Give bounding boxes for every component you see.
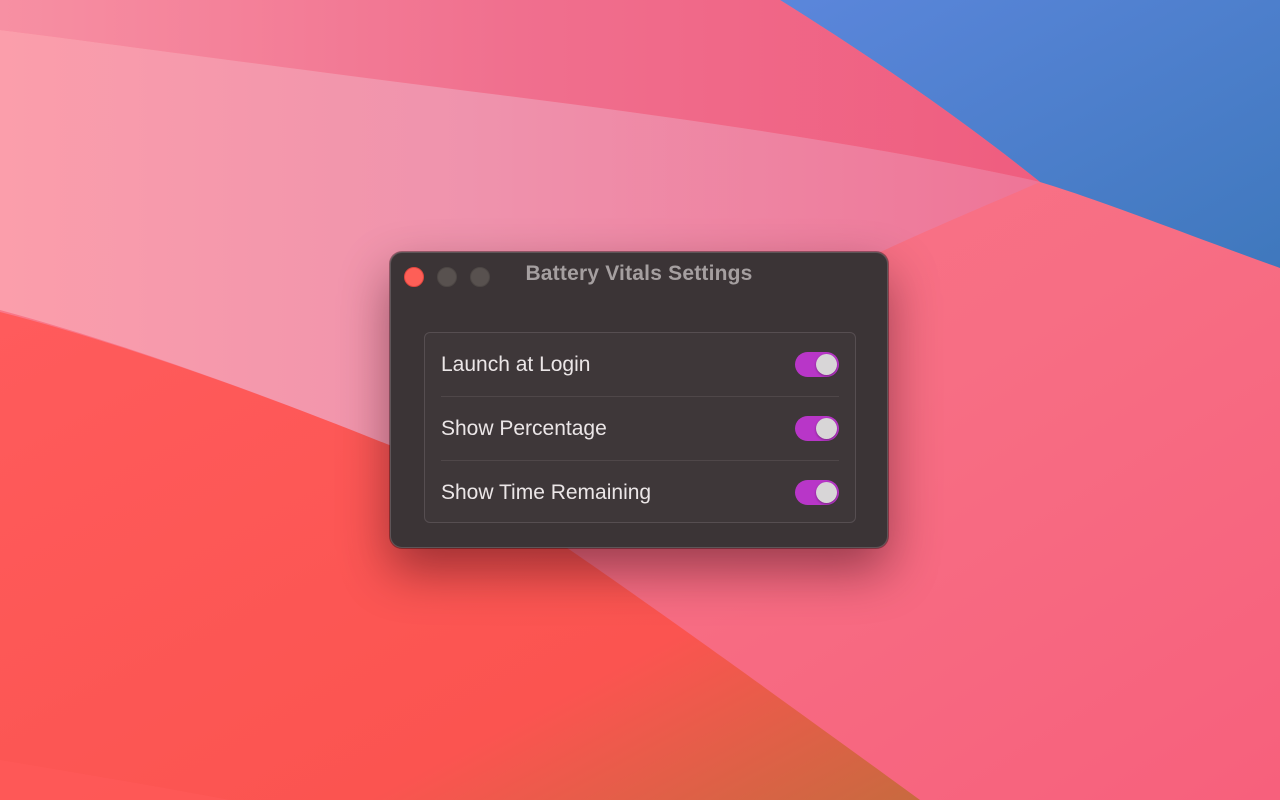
desktop: Battery Vitals Settings Launch at Login … (0, 0, 1280, 800)
show-time-remaining-toggle[interactable] (795, 480, 839, 505)
setting-row-show-percentage: Show Percentage (441, 396, 839, 460)
launch-at-login-toggle[interactable] (795, 352, 839, 377)
settings-group: Launch at Login Show Percentage Show Tim… (424, 332, 856, 523)
setting-label: Launch at Login (441, 353, 591, 376)
toggle-knob (816, 418, 837, 439)
settings-window: Battery Vitals Settings Launch at Login … (390, 252, 888, 548)
setting-row-show-time-remaining: Show Time Remaining (441, 460, 839, 524)
toggle-knob (816, 482, 837, 503)
window-titlebar[interactable]: Battery Vitals Settings (391, 253, 887, 297)
window-title: Battery Vitals Settings (525, 262, 753, 285)
toggle-knob (816, 354, 837, 375)
setting-label: Show Time Remaining (441, 481, 652, 504)
show-percentage-toggle[interactable] (795, 416, 839, 441)
setting-label: Show Percentage (441, 417, 607, 440)
setting-row-launch-at-login: Launch at Login (441, 333, 839, 396)
